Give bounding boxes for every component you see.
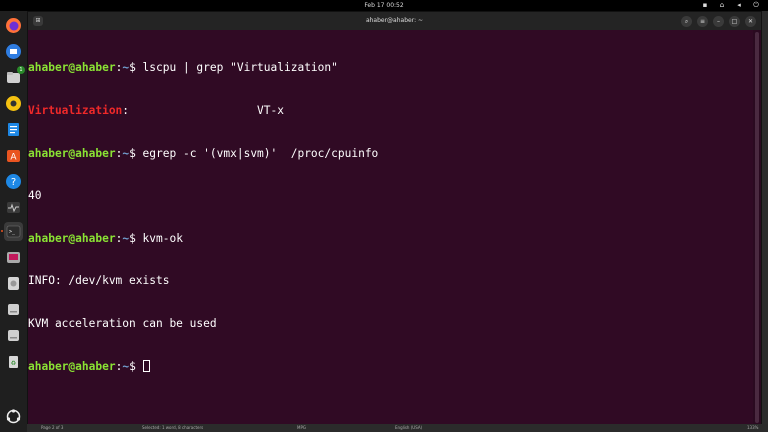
software-icon: A: [7, 150, 20, 163]
terminal-launcher[interactable]: >_: [4, 222, 23, 241]
page-indicator: Page 2 of 3: [41, 425, 64, 430]
system-monitor-icon: [7, 202, 20, 213]
svg-text:?: ?: [11, 177, 16, 188]
rhythmbox-launcher[interactable]: [4, 94, 23, 113]
help-launcher[interactable]: ?: [4, 172, 23, 191]
output-line: Virtualization: VT-x: [28, 104, 753, 118]
terminal-window: ⊞ ahaber@ahaber: ~ ⌕ ≡ – □ ✕ ahaber@ahab…: [27, 11, 762, 426]
close-button[interactable]: ✕: [745, 16, 756, 27]
drive-launcher-2[interactable]: [4, 326, 23, 345]
language-indicator: English (USA): [395, 425, 423, 430]
window-title: ahaber@ahaber: ~: [365, 17, 424, 24]
screenshot-icon: [7, 252, 20, 263]
output-text: : VT-x: [122, 104, 284, 117]
software-launcher[interactable]: A: [4, 146, 23, 165]
writer-launcher[interactable]: [4, 120, 23, 139]
prompt-symbol: $: [129, 231, 143, 245]
svg-text:A: A: [10, 153, 17, 163]
maximize-icon: □: [731, 18, 738, 25]
clock[interactable]: Feb 17 00:52: [0, 2, 768, 9]
search-icon: ⌕: [684, 18, 689, 25]
system-monitor-launcher[interactable]: [4, 198, 23, 217]
prompt-symbol: $: [129, 359, 143, 373]
grep-match: Virtualization: [28, 104, 123, 117]
firefox-icon: [6, 18, 21, 33]
zoom-level: 133%: [747, 425, 759, 430]
prompt-symbol: $: [129, 146, 143, 160]
prompt-line: ahaber@ahaber:~$ egrep -c '(vmx|svm)' /p…: [28, 147, 753, 161]
command-text: egrep -c '(vmx|svm)' /proc/cpuinfo: [142, 146, 379, 160]
firefox-launcher[interactable]: [4, 16, 23, 35]
prompt-user: ahaber@ahaber: [28, 231, 116, 245]
rhythmbox-icon: [6, 96, 21, 111]
scrollbar[interactable]: [753, 30, 761, 425]
command-text: kvm-ok: [142, 231, 183, 245]
drive-icon: [8, 330, 19, 341]
screenshot-launcher[interactable]: [4, 248, 23, 267]
network-icon[interactable]: ⌂: [718, 1, 726, 9]
top-bar: Feb 17 00:52 ▪ ⌂ ◂ ⏻: [0, 0, 768, 11]
system-tray[interactable]: ▪ ⌂ ◂ ⏻: [701, 1, 760, 9]
writer-icon: [8, 123, 19, 136]
svg-text:♻: ♻: [11, 360, 16, 367]
search-button[interactable]: ⌕: [681, 16, 692, 27]
trash-icon: ♻: [9, 356, 18, 368]
thunderbird-icon: [6, 44, 21, 59]
apps-grid-button[interactable]: [4, 407, 23, 426]
output-line: KVM acceleration can be used: [28, 316, 217, 330]
prompt-line: ahaber@ahaber:~$ kvm-ok: [28, 232, 753, 246]
prompt-symbol: $: [129, 61, 143, 75]
camera-icon[interactable]: ▪: [701, 1, 709, 9]
power-icon[interactable]: ⏻: [752, 1, 760, 9]
output-line: 40: [28, 189, 42, 203]
text-cursor: [142, 359, 150, 372]
prompt-user: ahaber@ahaber: [28, 359, 116, 373]
dock: 1 A ? >_ ♻: [0, 11, 27, 432]
files-badge: 1: [17, 66, 25, 74]
minimize-icon: –: [717, 18, 720, 25]
disk-launcher[interactable]: [4, 274, 23, 293]
prompt-user: ahaber@ahaber: [28, 61, 116, 75]
prompt-line: ahaber@ahaber:~$: [28, 359, 753, 374]
volume-icon[interactable]: ◂: [735, 1, 743, 9]
thunderbird-launcher[interactable]: [4, 42, 23, 61]
scrollbar-thumb[interactable]: [755, 32, 759, 423]
prompt-user: ahaber@ahaber: [28, 146, 116, 160]
apps-grid-icon: [6, 409, 21, 424]
status-bar: Page 2 of 3 Selected: 1 word, 8 characte…: [27, 424, 768, 432]
svg-text:>_: >_: [9, 229, 16, 235]
help-icon: ?: [6, 174, 21, 189]
files-launcher[interactable]: 1: [4, 66, 25, 87]
prompt-line: ahaber@ahaber:~$ lscpu | grep "Virtualiz…: [28, 61, 753, 75]
output-line: INFO: /dev/kvm exists: [28, 274, 170, 288]
close-icon: ✕: [747, 18, 754, 25]
command-text: lscpu | grep "Virtualization": [142, 61, 338, 75]
title-bar[interactable]: ⊞ ahaber@ahaber: ~ ⌕ ≡ – □ ✕: [28, 12, 761, 30]
trash-launcher[interactable]: ♻: [4, 352, 23, 371]
hamburger-menu-icon: ≡: [699, 18, 706, 25]
minimize-button[interactable]: –: [713, 16, 724, 27]
drive-launcher-1[interactable]: [4, 300, 23, 319]
style-indicator: MPG: [297, 425, 306, 430]
drive-icon: [8, 304, 19, 315]
menu-button[interactable]: ≡: [697, 16, 708, 27]
selection-info: Selected: 1 word, 8 characters: [142, 425, 204, 430]
terminal-output[interactable]: ahaber@ahaber:~$ lscpu | grep "Virtualiz…: [28, 30, 753, 425]
disk-icon: [8, 277, 19, 290]
terminal-icon: >_: [6, 225, 21, 238]
maximize-button[interactable]: □: [729, 16, 740, 27]
running-indicator: [1, 230, 3, 232]
